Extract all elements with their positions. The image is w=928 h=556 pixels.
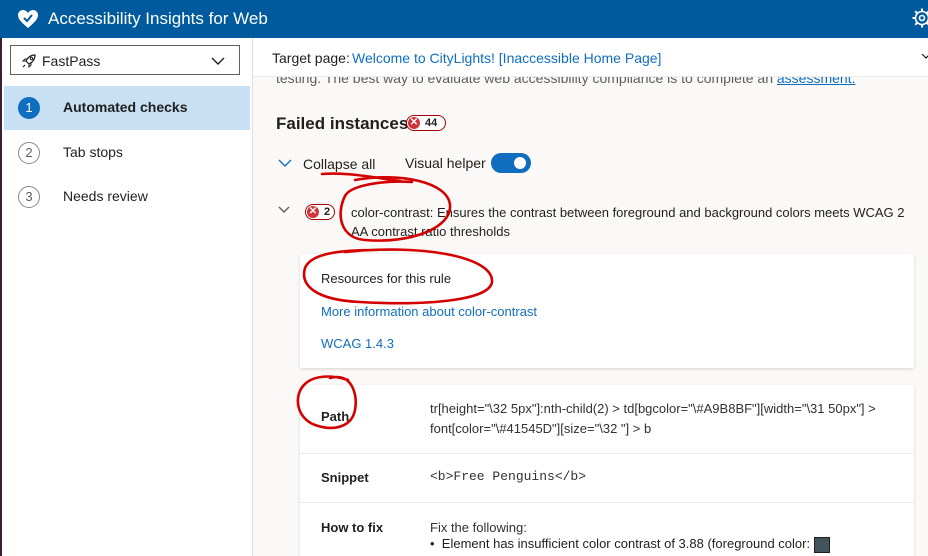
chevron-down-icon[interactable] [278,205,290,215]
how-to-fix-row: How to fix Fix the following: • Element … [300,503,914,556]
title-bar: Accessibility Insights for Web [0,0,928,38]
visual-helper-toggle[interactable] [491,153,531,173]
error-icon: ✕ [307,206,319,218]
more-info-link[interactable]: More information about color-contrast [321,304,537,319]
resources-card: Resources for this rule More information… [300,254,914,368]
nav-item-tab-stops[interactable]: 2 Tab stops [4,131,250,175]
snippet-label: Snippet [321,470,369,485]
collapse-all-label[interactable]: Collapse all [303,156,375,172]
nav-item-automated-checks[interactable]: 1 Automated checks [4,86,250,130]
target-page-label: Target page: [272,50,350,66]
mode-dropdown[interactable]: FastPass [10,45,240,75]
resources-title: Resources for this rule [321,271,452,286]
nav-item-needs-review[interactable]: 3 Needs review [4,175,250,219]
visual-helper-label: Visual helper [405,155,486,171]
step-number: 2 [18,142,40,164]
target-page-bar: Target page: Welcome to CityLights! [Ina… [253,38,928,77]
main-content: testing. The best way to evaluate web ac… [253,77,928,556]
snippet-row: Snippet <b>Free Penguins</b> [300,454,914,503]
assessment-link[interactable]: assessment. [777,77,856,86]
nav-item-label: Tab stops [63,144,123,160]
rule-count-badge: ✕ 2 [305,204,335,220]
chevron-down-icon[interactable] [921,52,928,60]
step-number: 1 [18,97,40,119]
instance-details: Path tr[height="\32 5px"]:nth-child(2) >… [300,385,914,556]
wcag-link[interactable]: WCAG 1.4.3 [321,336,394,351]
path-row: Path tr[height="\32 5px"]:nth-child(2) >… [300,385,914,454]
chevron-down-icon [278,159,292,168]
window-edge [0,38,2,556]
app-title: Accessibility Insights for Web [48,9,268,28]
how-to-fix-item: • Element has insufficient color contras… [430,536,831,553]
heart-logo-icon [18,10,38,28]
path-label: Path [321,409,350,424]
gear-icon[interactable] [912,8,928,28]
snippet-value: <b>Free Penguins</b> [430,469,587,484]
how-to-fix-intro: Fix the following: [430,520,527,535]
collapse-all-button[interactable] [278,154,292,170]
rule-description: color-contrast: Ensures the contrast bet… [351,205,905,239]
path-value: tr[height="\32 5px"]:nth-child(2) > td[b… [430,401,876,436]
mode-dropdown-value: FastPass [42,53,101,69]
step-number: 3 [18,186,40,208]
how-to-fix-label: How to fix [321,520,384,535]
color-swatch [814,536,831,553]
rocket-icon [21,54,36,69]
failed-count-badge: ✕ 44 [406,115,446,131]
failed-instances-heading: Failed instances [276,114,409,133]
nav-item-label: Needs review [63,188,148,204]
target-page-link[interactable]: Welcome to CityLights! [Inaccessible Hom… [352,50,661,66]
chevron-down-icon [211,57,225,65]
error-icon: ✕ [408,117,420,129]
nav-item-label: Automated checks [63,99,188,115]
intro-text: testing. The best way to evaluate web ac… [276,77,916,86]
